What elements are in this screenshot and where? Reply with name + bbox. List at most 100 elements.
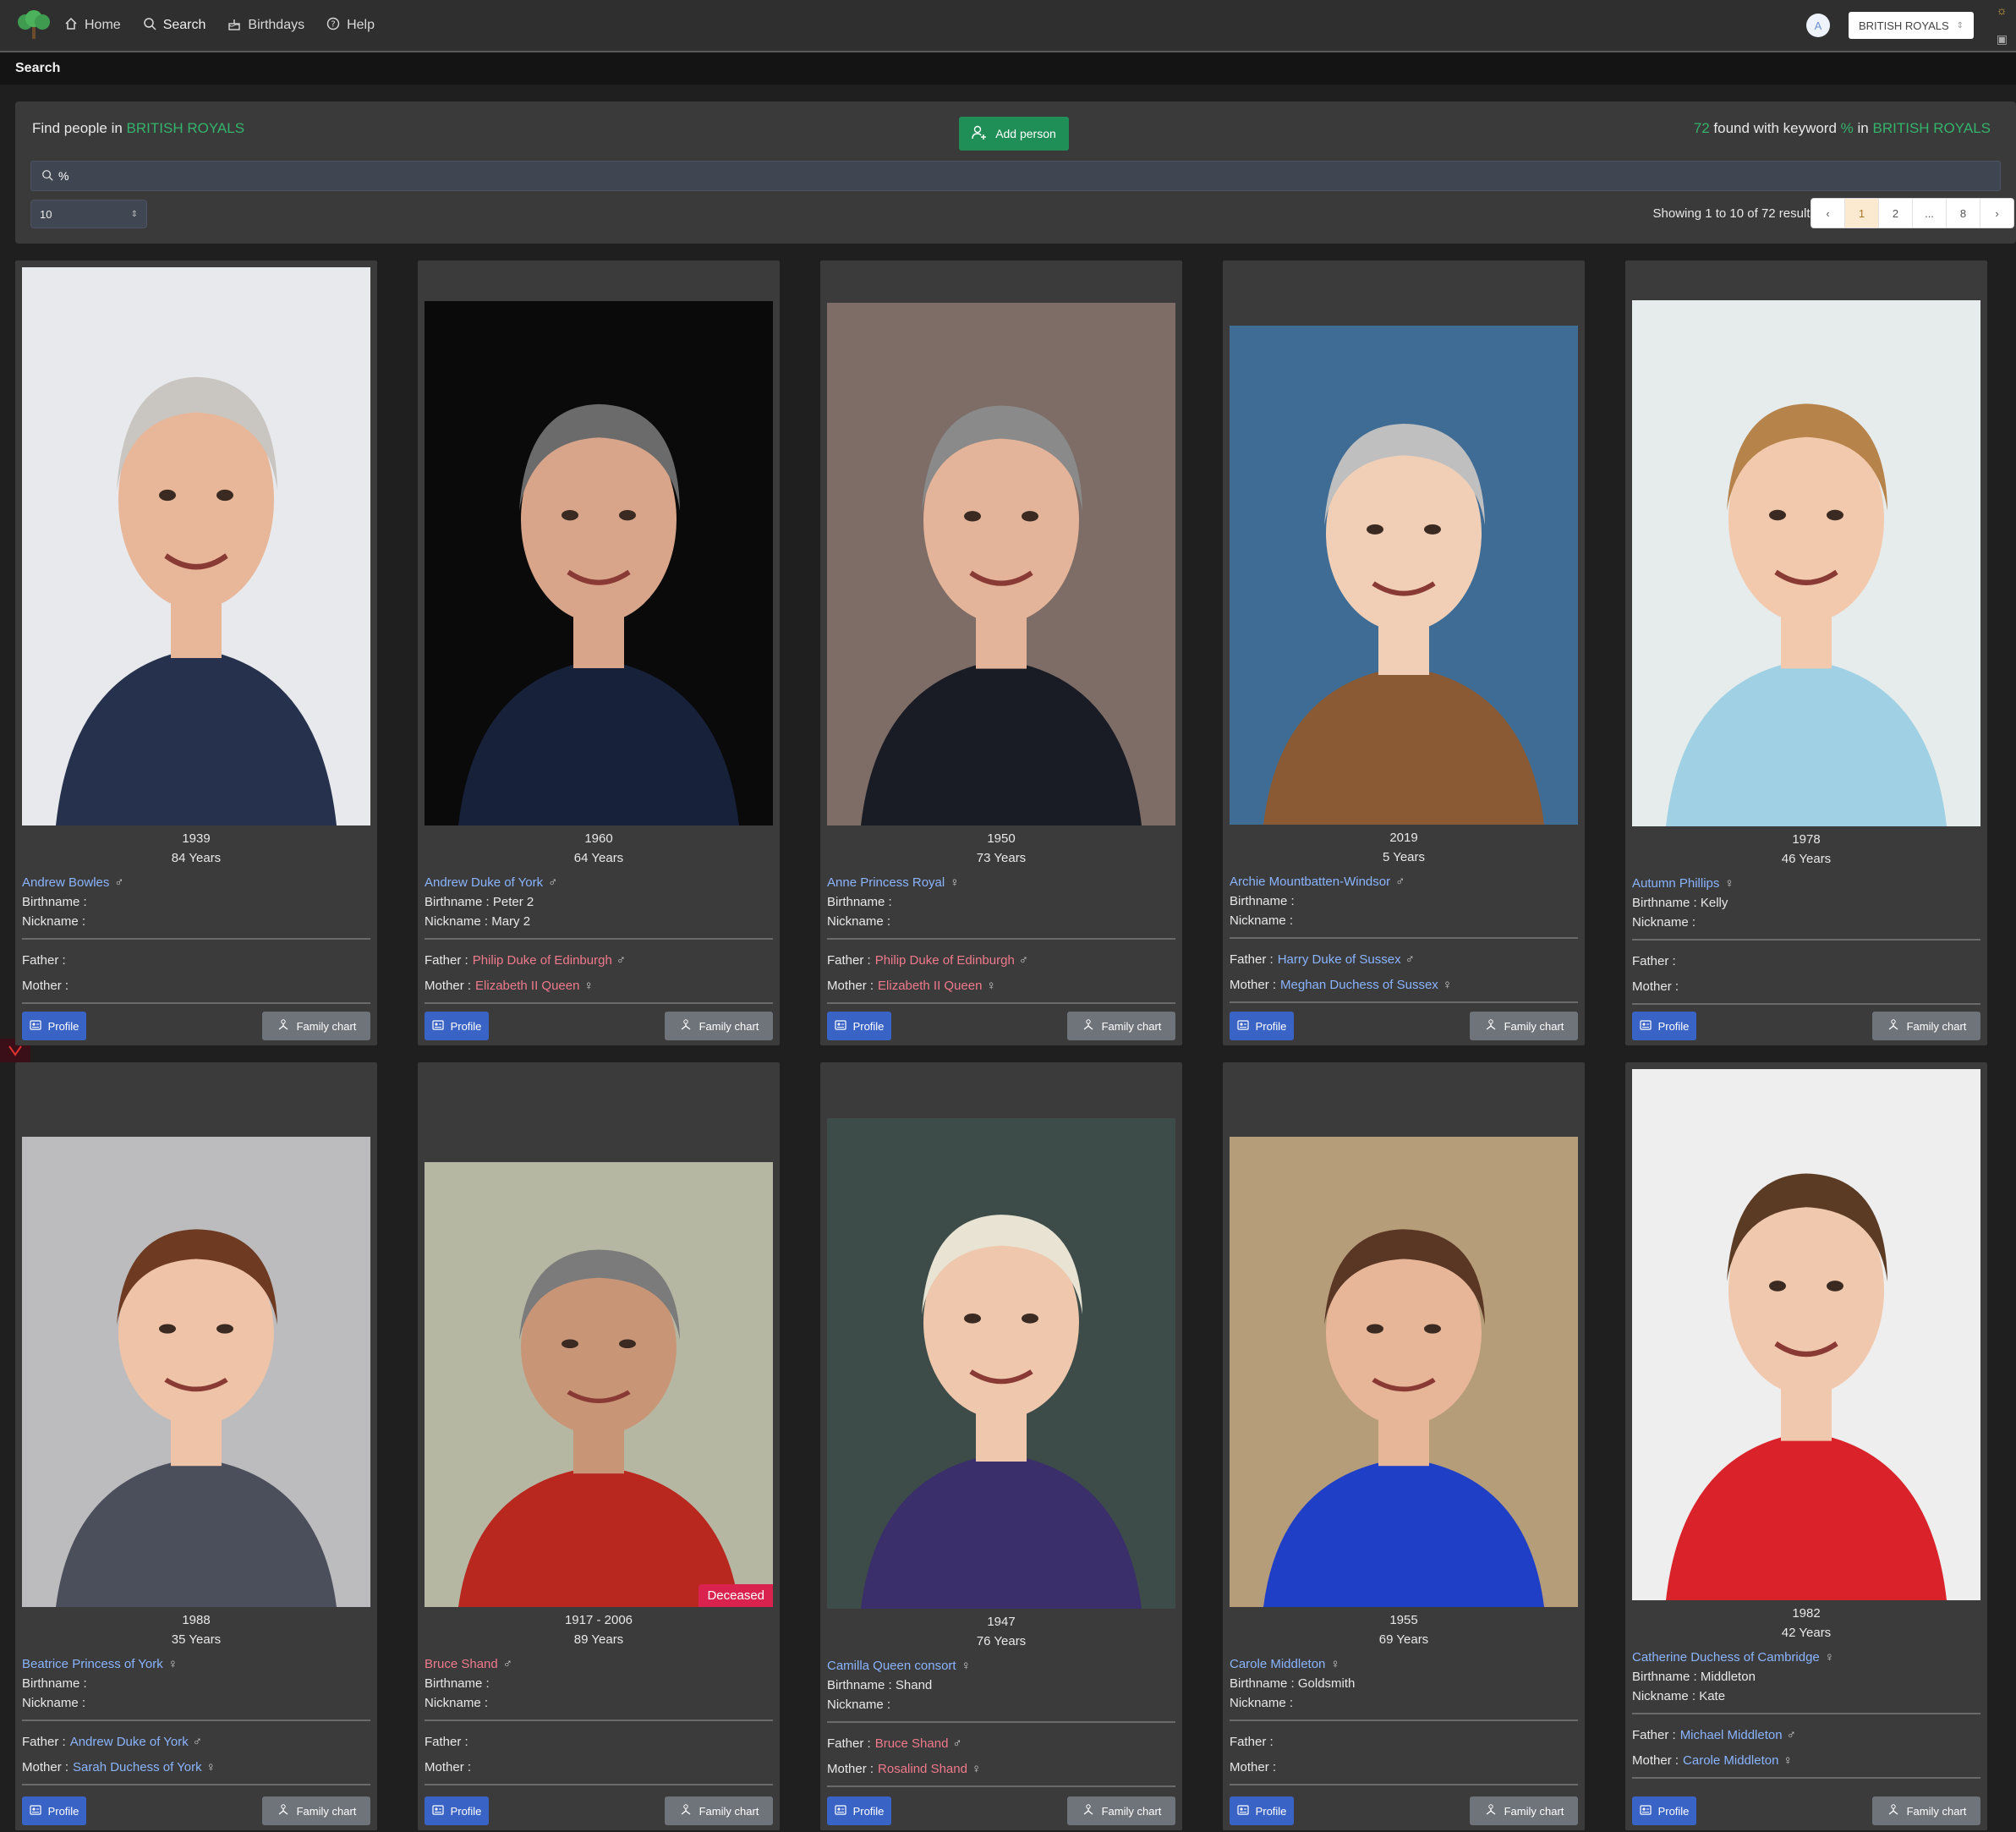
profile-button[interactable]: Profile xyxy=(827,1796,891,1825)
mother-link[interactable]: Rosalind Shand xyxy=(878,1757,967,1782)
father-link[interactable]: Harry Duke of Sussex xyxy=(1278,947,1401,973)
family-chart-button[interactable]: Family chart xyxy=(262,1012,370,1040)
family-chart-button[interactable]: Family chart xyxy=(1067,1796,1175,1825)
person-info: 2019 5 Years Archie Mountbatten-Windsor … xyxy=(1223,828,1585,1012)
father-link[interactable]: Michael Middleton xyxy=(1680,1723,1783,1748)
profile-button[interactable]: Profile xyxy=(22,1796,86,1825)
male-icon: ♂ xyxy=(1405,952,1415,967)
database-select[interactable]: BRITISH ROYALS ⇕ xyxy=(1849,12,1974,39)
father-link[interactable]: Bruce Shand xyxy=(875,1731,949,1757)
person-name-link[interactable]: Autumn Phillips xyxy=(1632,874,1719,893)
nav-birthdays[interactable]: Birthdays xyxy=(227,17,304,35)
person-photo[interactable] xyxy=(827,303,1175,825)
find-database-name: BRITISH ROYALS xyxy=(126,120,245,136)
tree-logo-icon[interactable] xyxy=(15,8,52,42)
id-card-icon xyxy=(29,1804,41,1818)
birth-year: 1978 xyxy=(1792,832,1821,847)
nickname-line: Nickname : xyxy=(15,1693,377,1713)
mother-link[interactable]: Carole Middleton xyxy=(1683,1748,1778,1774)
profile-button[interactable]: Profile xyxy=(425,1796,489,1825)
id-card-icon xyxy=(431,1019,444,1033)
family-tree-icon xyxy=(1484,1018,1498,1034)
person-photo[interactable] xyxy=(1632,300,1980,826)
person-photo[interactable]: Deceased xyxy=(425,1162,773,1607)
profile-button[interactable]: Profile xyxy=(1632,1796,1696,1825)
person-photo[interactable] xyxy=(827,1118,1175,1609)
pagination-next-icon[interactable]: › xyxy=(1980,199,2013,228)
mother-line: Mother : xyxy=(1223,1755,1585,1780)
father-link[interactable]: Philip Duke of Edinburgh xyxy=(875,948,1015,974)
pagination-prev-icon[interactable]: ‹ xyxy=(1811,199,1845,228)
sun-icon[interactable]: ☼ xyxy=(1997,3,2008,17)
search-input-icon xyxy=(41,169,53,184)
person-name-link[interactable]: Beatrice Princess of York xyxy=(22,1654,163,1674)
nickname-line: Nickname : xyxy=(820,1695,1182,1714)
nickname-label: Nickname : xyxy=(827,1698,891,1712)
family-chart-button[interactable]: Family chart xyxy=(665,1796,773,1825)
mother-link[interactable]: Sarah Duchess of York xyxy=(73,1755,202,1780)
window-icon[interactable]: ▣ xyxy=(1997,32,2008,47)
birth-year: 1982 xyxy=(1792,1606,1821,1621)
profile-button-label: Profile xyxy=(47,1804,79,1818)
person-photo[interactable] xyxy=(1230,326,1578,825)
results-summary: Showing 1 to 10 of 72 results xyxy=(1652,206,1816,221)
father-label: Father : xyxy=(425,953,468,968)
mother-link[interactable]: Meghan Duchess of Sussex xyxy=(1280,973,1438,998)
profile-button[interactable]: Profile xyxy=(1632,1012,1696,1040)
person-name-link[interactable]: Andrew Duke of York xyxy=(425,873,543,892)
profile-button[interactable]: Profile xyxy=(1230,1012,1294,1040)
person-name-link[interactable]: Andrew Bowles xyxy=(22,873,109,892)
profile-button[interactable]: Profile xyxy=(22,1012,86,1040)
person-name-link[interactable]: Anne Princess Royal xyxy=(827,873,945,892)
pagination-page-1[interactable]: 1 xyxy=(1845,199,1879,228)
avatar[interactable]: A xyxy=(1806,14,1830,37)
nav-home[interactable]: Home xyxy=(64,17,121,35)
mother-link[interactable]: Elizabeth II Queen xyxy=(878,974,982,999)
profile-button[interactable]: Profile xyxy=(827,1012,891,1040)
person-photo[interactable] xyxy=(22,1137,370,1607)
person-name-link[interactable]: Catherine Duchess of Cambridge xyxy=(1632,1648,1820,1667)
family-chart-button[interactable]: Family chart xyxy=(1872,1796,1980,1825)
female-icon: ♀ xyxy=(1330,1657,1340,1671)
person-name-link[interactable]: Bruce Shand xyxy=(425,1654,498,1674)
person-info: 1982 42 Years Catherine Duchess of Cambr… xyxy=(1625,1604,1987,1787)
profile-button[interactable]: Profile xyxy=(1230,1796,1294,1825)
person-photo[interactable] xyxy=(425,301,773,825)
father-link[interactable]: Philip Duke of Edinburgh xyxy=(473,948,612,974)
nickname-label: Nickname : xyxy=(425,914,489,929)
father-link[interactable]: Andrew Duke of York xyxy=(70,1730,189,1755)
person-name-link[interactable]: Archie Mountbatten-Windsor xyxy=(1230,872,1390,891)
nav-help[interactable]: ? Help xyxy=(326,17,375,35)
person-name-link[interactable]: Camilla Queen consort xyxy=(827,1656,956,1676)
family-chart-button[interactable]: Family chart xyxy=(1470,1796,1578,1825)
profile-button[interactable]: Profile xyxy=(425,1012,489,1040)
add-person-button[interactable]: Add person xyxy=(959,117,1069,151)
person-photo[interactable] xyxy=(1230,1137,1578,1607)
family-chart-button-label: Family chart xyxy=(296,1804,357,1818)
female-icon: ♀ xyxy=(1724,876,1734,891)
nickname-line: Nickname : xyxy=(418,1693,780,1713)
family-chart-button[interactable]: Family chart xyxy=(1872,1012,1980,1040)
father-line: Father : xyxy=(418,1730,780,1755)
person-age: 69 Years xyxy=(1378,1632,1429,1647)
page-size-select[interactable]: 10 ⇕ xyxy=(30,200,147,228)
nav-search[interactable]: Search xyxy=(143,17,205,35)
search-input[interactable]: % xyxy=(30,161,2001,191)
birthname-label: Birthname : xyxy=(22,895,87,909)
pagination-page-8[interactable]: 8 xyxy=(1947,199,1980,228)
family-chart-button[interactable]: Family chart xyxy=(262,1796,370,1825)
card-actions: Profile Family chart xyxy=(1223,1796,1585,1825)
person-photo[interactable] xyxy=(22,267,370,825)
pagination-page-2[interactable]: 2 xyxy=(1879,199,1913,228)
found-in: in xyxy=(1857,120,1869,136)
family-chart-button[interactable]: Family chart xyxy=(1470,1012,1578,1040)
nickname-label: Nickname : xyxy=(1230,1696,1294,1710)
birthname-value: Goldsmith xyxy=(1297,1676,1356,1691)
person-name-link[interactable]: Carole Middleton xyxy=(1230,1654,1325,1674)
mother-line: Mother : Rosalind Shand ♀ xyxy=(820,1757,1182,1782)
divider xyxy=(1230,1784,1578,1785)
family-chart-button[interactable]: Family chart xyxy=(665,1012,773,1040)
mother-link[interactable]: Elizabeth II Queen xyxy=(475,974,579,999)
family-chart-button[interactable]: Family chart xyxy=(1067,1012,1175,1040)
person-photo[interactable] xyxy=(1632,1069,1980,1600)
